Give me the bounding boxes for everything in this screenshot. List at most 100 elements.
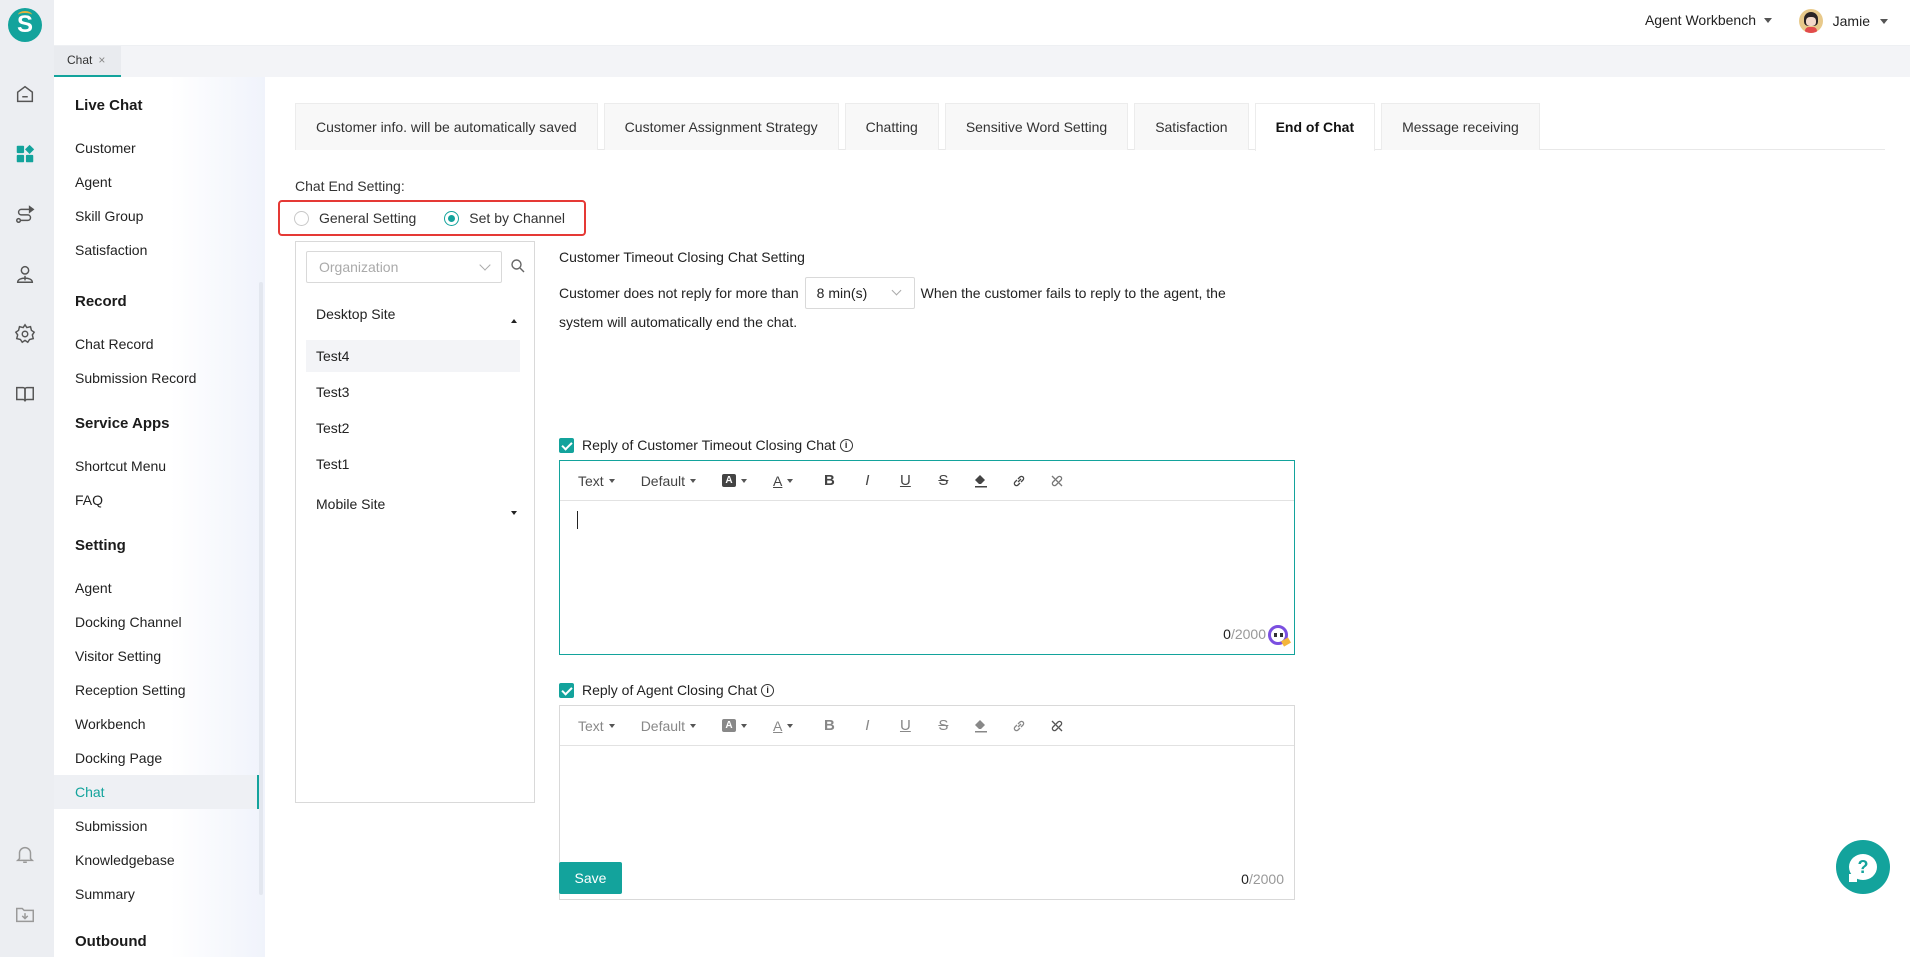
site-desktop[interactable]: Desktop Site	[316, 306, 395, 322]
checkbox-checked-icon[interactable]	[559, 437, 574, 453]
tab-chatting[interactable]: Chatting	[844, 103, 939, 150]
book-icon[interactable]	[13, 382, 37, 406]
strikethrough-button[interactable]: S	[933, 472, 953, 489]
sidebar-item-knowledgebase[interactable]: Knowledgebase	[54, 843, 259, 877]
tab-customer-assignment-strategy[interactable]: Customer Assignment Strategy	[603, 103, 839, 150]
link-button[interactable]	[1009, 718, 1029, 734]
char-max: /2000	[1230, 626, 1266, 642]
text-style-dropdown[interactable]: Text	[578, 473, 615, 489]
text-style-dropdown[interactable]: Text	[578, 718, 615, 734]
close-icon[interactable]: ×	[98, 53, 105, 67]
italic-button[interactable]: I	[857, 717, 877, 734]
underline-button[interactable]: U	[895, 472, 915, 489]
sidebar-item-agent[interactable]: Agent	[54, 165, 259, 199]
sidebar-item-customer[interactable]: Customer	[54, 131, 259, 165]
info-icon[interactable]: i	[839, 438, 853, 452]
tab-satisfaction[interactable]: Satisfaction	[1134, 103, 1249, 150]
sidebar-item-submission-record[interactable]: Submission Record	[54, 361, 259, 395]
sidebar-item-skill-group[interactable]: Skill Group	[54, 199, 259, 233]
bell-icon[interactable]	[13, 842, 37, 866]
channel-item-test1[interactable]: Test1	[306, 448, 520, 480]
editor-toolbar: Text Default A A B I U S	[560, 706, 1294, 746]
underline-button[interactable]: U	[895, 717, 915, 734]
channel-item-test2[interactable]: Test2	[306, 412, 520, 444]
font-dropdown[interactable]: Default	[641, 718, 697, 734]
clear-format-button[interactable]	[971, 718, 991, 734]
text-style-label: Text	[578, 472, 604, 489]
caret-down-icon	[787, 478, 794, 483]
download-folder-icon[interactable]	[13, 902, 37, 926]
link-icon	[1014, 475, 1025, 486]
underline-icon: U	[899, 717, 911, 734]
collapse-icon[interactable]	[511, 319, 517, 323]
home-icon[interactable]	[13, 82, 37, 106]
background-color-button[interactable]: A	[722, 474, 748, 487]
tab-sensitive-word-setting[interactable]: Sensitive Word Setting	[944, 103, 1129, 150]
sidebar-item-chat[interactable]: Chat	[54, 775, 259, 809]
assistant-bot-icon[interactable]	[1268, 625, 1288, 645]
radio-circle-checked[interactable]	[444, 210, 460, 226]
eraser-icon	[975, 474, 988, 487]
sidebar-item-faq[interactable]: FAQ	[54, 483, 259, 517]
clear-format-button[interactable]	[971, 473, 991, 489]
sidebar-item-docking-page[interactable]: Docking Page	[54, 741, 259, 775]
sidebar-item-setting-agent[interactable]: Agent	[54, 571, 259, 605]
tab-end-of-chat[interactable]: End of Chat	[1254, 103, 1376, 151]
user-menu[interactable]: Jamie	[1798, 9, 1888, 33]
checkbox-checked-icon[interactable]	[559, 682, 574, 698]
sidebar-item-summary[interactable]: Summary	[54, 877, 259, 911]
caret-down-icon	[690, 478, 697, 483]
tab-message-receiving[interactable]: Message receiving	[1381, 103, 1540, 150]
caret-down-icon	[741, 723, 748, 728]
bold-button[interactable]: B	[819, 717, 839, 734]
help-chat-button[interactable]: ?	[1836, 840, 1890, 894]
save-button[interactable]: Save	[559, 862, 622, 894]
font-color-button[interactable]: A	[773, 473, 794, 489]
sidebar-item-chat-record[interactable]: Chat Record	[54, 327, 259, 361]
workbench-dropdown[interactable]: Agent Workbench	[1645, 12, 1772, 28]
text-style-label: Text	[578, 717, 604, 734]
dashboard-icon[interactable]	[13, 142, 37, 166]
info-icon[interactable]: i	[761, 683, 775, 697]
page-tab-strip: Chat ×	[54, 46, 1910, 77]
font-dropdown[interactable]: Default	[641, 473, 697, 489]
sidebar-item-docking-channel[interactable]: Docking Channel	[54, 605, 259, 639]
background-color-button[interactable]: A	[722, 719, 748, 732]
sidebar-item-shortcut-menu[interactable]: Shortcut Menu	[54, 449, 259, 483]
link-button[interactable]	[1009, 473, 1029, 489]
sidebar-item-submission[interactable]: Submission	[54, 809, 259, 843]
site-mobile[interactable]: Mobile Site	[316, 496, 385, 512]
radio-circle[interactable]	[294, 210, 309, 226]
expand-icon[interactable]	[511, 511, 517, 515]
font-color-button[interactable]: A	[773, 718, 794, 734]
sidebar-scrollbar[interactable]	[259, 282, 263, 895]
reply-customer-timeout-checkbox[interactable]: Reply of Customer Timeout Closing Chat i	[559, 437, 853, 453]
radio-general-setting[interactable]: General Setting	[294, 210, 416, 226]
page-tab-chat[interactable]: Chat ×	[54, 46, 121, 77]
unlink-button[interactable]	[1047, 718, 1067, 734]
organization-select[interactable]: Organization	[306, 251, 502, 283]
reply-agent-closing-checkbox[interactable]: Reply of Agent Closing Chat i	[559, 682, 775, 698]
sidebar-item-workbench[interactable]: Workbench	[54, 707, 259, 741]
bold-button[interactable]: B	[819, 472, 839, 489]
strikethrough-button[interactable]: S	[933, 717, 953, 734]
sidebar-item-satisfaction[interactable]: Satisfaction	[54, 233, 259, 267]
sidebar-item-reception-setting[interactable]: Reception Setting	[54, 673, 259, 707]
channel-item-test4[interactable]: Test4	[306, 340, 520, 372]
search-icon[interactable]	[510, 258, 526, 274]
radio-set-by-channel[interactable]: Set by Channel	[444, 210, 565, 226]
route-icon[interactable]	[13, 202, 37, 226]
brand-logo[interactable]: S	[8, 8, 42, 42]
underline-icon: U	[899, 472, 911, 489]
unlink-button[interactable]	[1047, 473, 1067, 489]
italic-button[interactable]: I	[857, 472, 877, 489]
tab-customer-info[interactable]: Customer info. will be automatically sav…	[295, 103, 598, 150]
char-max: /2000	[1248, 871, 1284, 887]
sidebar-group-service-apps: Service Apps	[75, 415, 170, 432]
sidebar-group-record: Record	[75, 293, 127, 310]
settings-icon[interactable]	[13, 322, 37, 346]
timeout-minutes-select[interactable]: 8 min(s)	[804, 277, 915, 309]
channel-item-test3[interactable]: Test3	[306, 376, 520, 408]
agent-icon[interactable]	[13, 262, 37, 286]
sidebar-item-visitor-setting[interactable]: Visitor Setting	[54, 639, 259, 673]
